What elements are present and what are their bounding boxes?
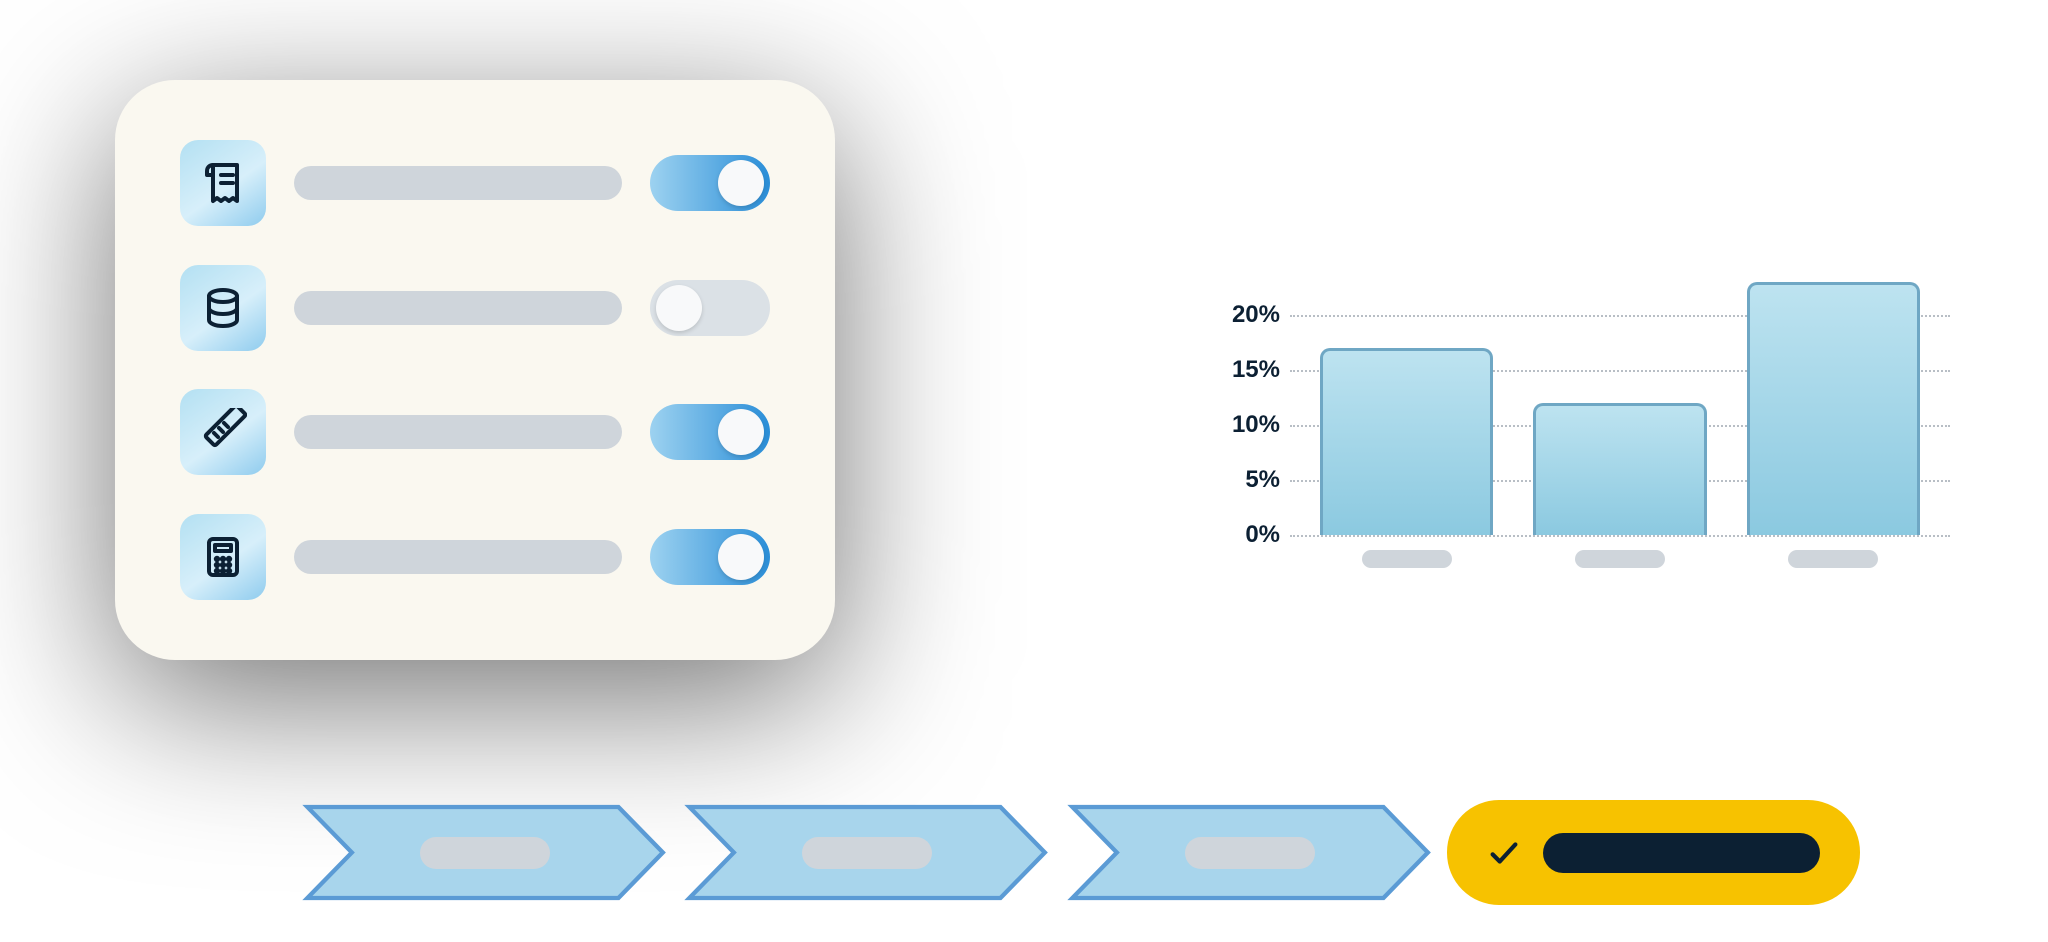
- toggle-ruler[interactable]: [650, 404, 770, 460]
- chart-y-tick: 5%: [1210, 466, 1280, 494]
- ruler-icon: [180, 389, 266, 475]
- chart-bar: [1320, 348, 1493, 535]
- chart-plot-area: [1290, 260, 1950, 535]
- toggle-knob: [718, 534, 764, 580]
- database-icon: [180, 265, 266, 351]
- settings-row: [180, 140, 770, 226]
- process-final-label: [1543, 833, 1820, 873]
- settings-row-label: [294, 415, 622, 449]
- process-flow: [300, 800, 1860, 905]
- chart-bar-column: [1320, 260, 1493, 535]
- receipt-icon: [180, 140, 266, 226]
- chart-bar-column: [1747, 260, 1920, 535]
- toggle-database[interactable]: [650, 280, 770, 336]
- settings-row-label: [294, 291, 622, 325]
- chart-x-label: [1575, 550, 1665, 568]
- chart-bars: [1290, 260, 1950, 535]
- toggle-calculator[interactable]: [650, 529, 770, 585]
- bar-chart: 0% 5% 10% 15% 20%: [1210, 260, 1950, 600]
- toggle-knob: [718, 409, 764, 455]
- chart-x-label: [1362, 550, 1452, 568]
- check-icon: [1487, 836, 1521, 870]
- settings-panel: [115, 80, 835, 660]
- chart-y-tick: 0%: [1210, 521, 1280, 549]
- settings-row-label: [294, 166, 622, 200]
- process-step[interactable]: [300, 800, 670, 905]
- settings-row-label: [294, 540, 622, 574]
- settings-row: [180, 389, 770, 475]
- process-step-final[interactable]: [1447, 800, 1860, 905]
- chart-y-tick: 10%: [1210, 411, 1280, 439]
- chart-x-label: [1788, 550, 1878, 568]
- process-step-label: [802, 837, 932, 869]
- toggle-knob: [718, 160, 764, 206]
- process-step[interactable]: [682, 800, 1052, 905]
- chart-bar: [1747, 282, 1920, 535]
- chart-bar: [1533, 403, 1706, 535]
- settings-row: [180, 265, 770, 351]
- toggle-knob: [656, 285, 702, 331]
- settings-row: [180, 514, 770, 600]
- calculator-icon: [180, 514, 266, 600]
- process-step-label: [1185, 837, 1315, 869]
- process-step-label: [420, 837, 550, 869]
- chart-x-labels: [1290, 550, 1950, 568]
- toggle-receipt[interactable]: [650, 155, 770, 211]
- settings-panel-shadow: [115, 80, 835, 660]
- process-step[interactable]: [1065, 800, 1435, 905]
- chart-gridline: [1290, 535, 1950, 537]
- chart-bar-column: [1533, 260, 1706, 535]
- chart-y-tick: 15%: [1210, 356, 1280, 384]
- chart-y-tick: 20%: [1210, 301, 1280, 329]
